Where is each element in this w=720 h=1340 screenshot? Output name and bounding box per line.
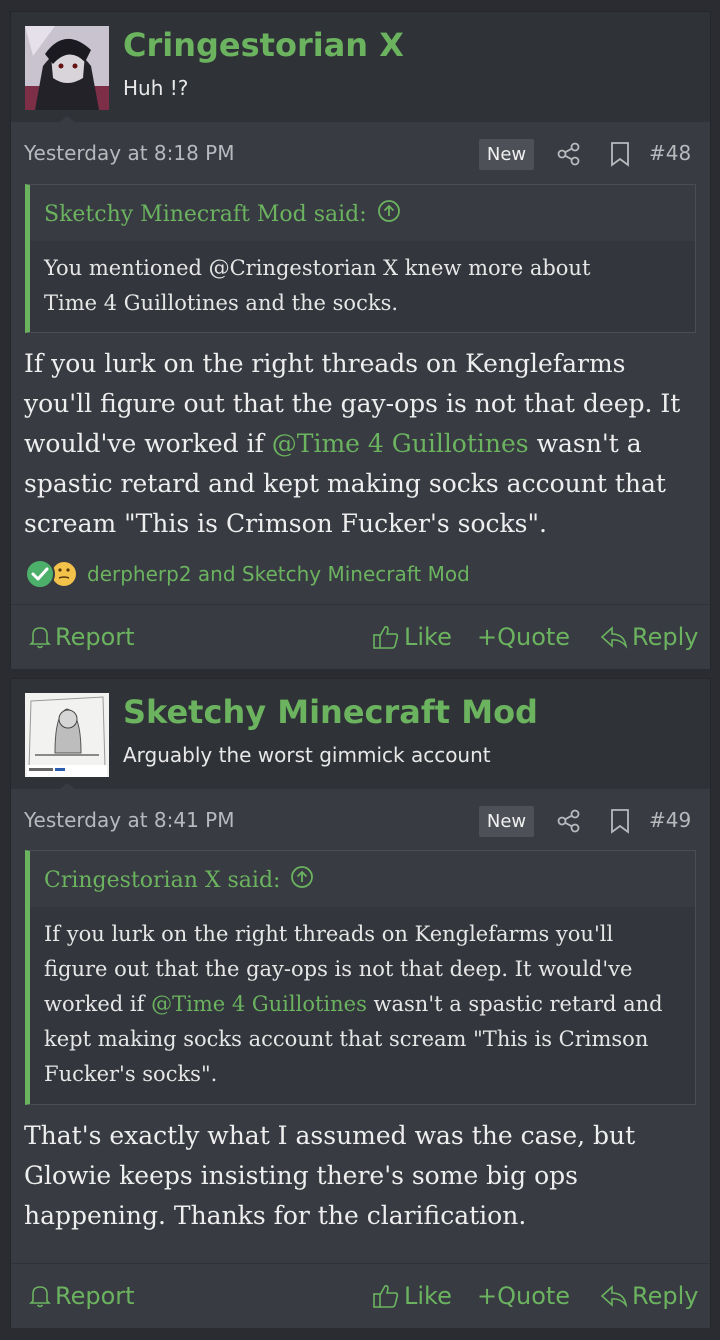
post-48: Cringestorian X Huh !? Yesterday at 8:18… [11, 12, 710, 669]
quote-author: Cringestorian X said: [44, 867, 281, 893]
post-49: Sketchy Minecraft Mod Arguably the worst… [11, 679, 710, 1328]
like-label: Like [404, 1282, 452, 1310]
arrow-up-circle-icon[interactable] [290, 865, 314, 895]
like-label: Like [404, 623, 452, 651]
message-body: That's exactly what I assumed was the ca… [24, 1116, 696, 1236]
share-icon[interactable] [556, 808, 582, 834]
thumbs-up-icon [372, 1283, 400, 1309]
reply-arrow-icon [600, 624, 628, 650]
username[interactable]: Cringestorian X [123, 26, 404, 64]
reactions-bar[interactable]: derpherp2 and Sketchy Minecraft Mod [25, 559, 470, 589]
post-footer: Report Like +Quote Reply [11, 1263, 710, 1328]
bell-icon [29, 625, 51, 649]
report-button[interactable]: Report [29, 617, 135, 657]
message-line: scream "This is Crimson Fucker's socks". [24, 509, 547, 538]
quote-line: If you lurk on the right threads on Keng… [44, 922, 614, 946]
reply-arrow-icon [600, 1283, 628, 1309]
post-number[interactable]: #49 [649, 808, 691, 832]
message-text: would've worked if [24, 429, 272, 458]
report-label: Report [55, 1282, 135, 1310]
post-header: Cringestorian X Huh !? [11, 12, 710, 124]
quote-button[interactable]: +Quote [477, 617, 570, 657]
message-line: That's exactly what I assumed was the ca… [24, 1121, 636, 1150]
report-label: Report [55, 623, 135, 651]
share-icon[interactable] [556, 141, 582, 167]
username[interactable]: Sketchy Minecraft Mod [123, 693, 538, 731]
post-header: Sketchy Minecraft Mod Arguably the worst… [11, 679, 710, 791]
quote-header: Sketchy Minecraft Mod said: [30, 185, 695, 241]
post-number[interactable]: #48 [649, 141, 691, 165]
message-line: If you lurk on the right threads on Keng… [24, 349, 626, 378]
quote-label: +Quote [477, 1282, 571, 1310]
new-badge: New [479, 139, 534, 170]
post-date[interactable]: Yesterday at 8:41 PM [24, 808, 235, 832]
quote-line: Time 4 Guillotines and the socks. [44, 291, 399, 315]
quote-header: Cringestorian X said: [30, 851, 695, 907]
reply-button[interactable]: Reply [600, 1276, 698, 1316]
quote-body: If you lurk on the right threads on Keng… [44, 917, 685, 1092]
quote-text: wasn't a spastic retard and [366, 992, 663, 1016]
reaction-icons [25, 559, 78, 589]
quote-text: worked if [44, 992, 152, 1016]
quote-block: Sketchy Minecraft Mod said: You mentione… [25, 184, 696, 333]
check-reaction-icon [25, 559, 55, 589]
quote-author: Sketchy Minecraft Mod said: [44, 201, 367, 227]
user-mention[interactable]: @Time 4 Guillotines [272, 429, 529, 458]
bell-icon [29, 1284, 51, 1308]
message-line: Glowie keeps insisting there's some big … [24, 1161, 579, 1190]
quote-line: worked if @Time 4 Guillotines wasn't a s… [44, 987, 685, 1022]
message-line: you'll figure out that the gay-ops is no… [24, 389, 681, 418]
quote-author-link[interactable]: Cringestorian X said: [44, 865, 314, 895]
quote-body: You mentioned @Cringestorian X knew more… [44, 251, 685, 321]
report-button[interactable]: Report [29, 1276, 135, 1316]
message-line: would've worked if @Time 4 Guillotines w… [24, 424, 696, 464]
quote-label: +Quote [477, 623, 571, 651]
quote-line: Fucker's socks". [44, 1062, 218, 1086]
header-notch [57, 116, 77, 124]
thumbs-up-icon [372, 624, 400, 650]
message-line: happening. Thanks for the clarification. [24, 1201, 527, 1230]
user-title: Huh !? [123, 76, 189, 100]
bookmark-icon[interactable] [608, 808, 632, 834]
quote-line: figure out that the gay-ops is not that … [44, 957, 633, 981]
post-footer: Report Like +Quote Reply [11, 604, 710, 669]
reaction-users[interactable]: derpherp2 and Sketchy Minecraft Mod [87, 562, 470, 586]
reply-label: Reply [632, 1282, 699, 1310]
quote-line: You mentioned @Cringestorian X knew more… [44, 256, 591, 280]
user-mention[interactable]: @Time 4 Guillotines [151, 992, 367, 1016]
like-button[interactable]: Like [372, 1276, 452, 1316]
bookmark-icon[interactable] [608, 141, 632, 167]
reply-label: Reply [632, 623, 699, 651]
user-title: Arguably the worst gimmick account [123, 743, 491, 767]
message-body: If you lurk on the right threads on Keng… [24, 344, 696, 544]
avatar[interactable] [25, 26, 109, 110]
quote-block: Cringestorian X said: If you lurk on the… [25, 850, 696, 1105]
new-badge: New [479, 806, 534, 837]
avatar[interactable] [25, 693, 109, 777]
quote-author-link[interactable]: Sketchy Minecraft Mod said: [44, 199, 401, 229]
quote-button[interactable]: +Quote [477, 1276, 570, 1316]
like-button[interactable]: Like [372, 617, 452, 657]
post-date[interactable]: Yesterday at 8:18 PM [24, 141, 235, 165]
arrow-up-circle-icon[interactable] [377, 199, 401, 229]
header-notch [57, 783, 77, 791]
reply-button[interactable]: Reply [600, 617, 698, 657]
message-line: spastic retard and kept making socks acc… [24, 469, 666, 498]
message-text: wasn't a [528, 429, 642, 458]
quote-line: kept making socks account that scream "T… [44, 1027, 649, 1051]
